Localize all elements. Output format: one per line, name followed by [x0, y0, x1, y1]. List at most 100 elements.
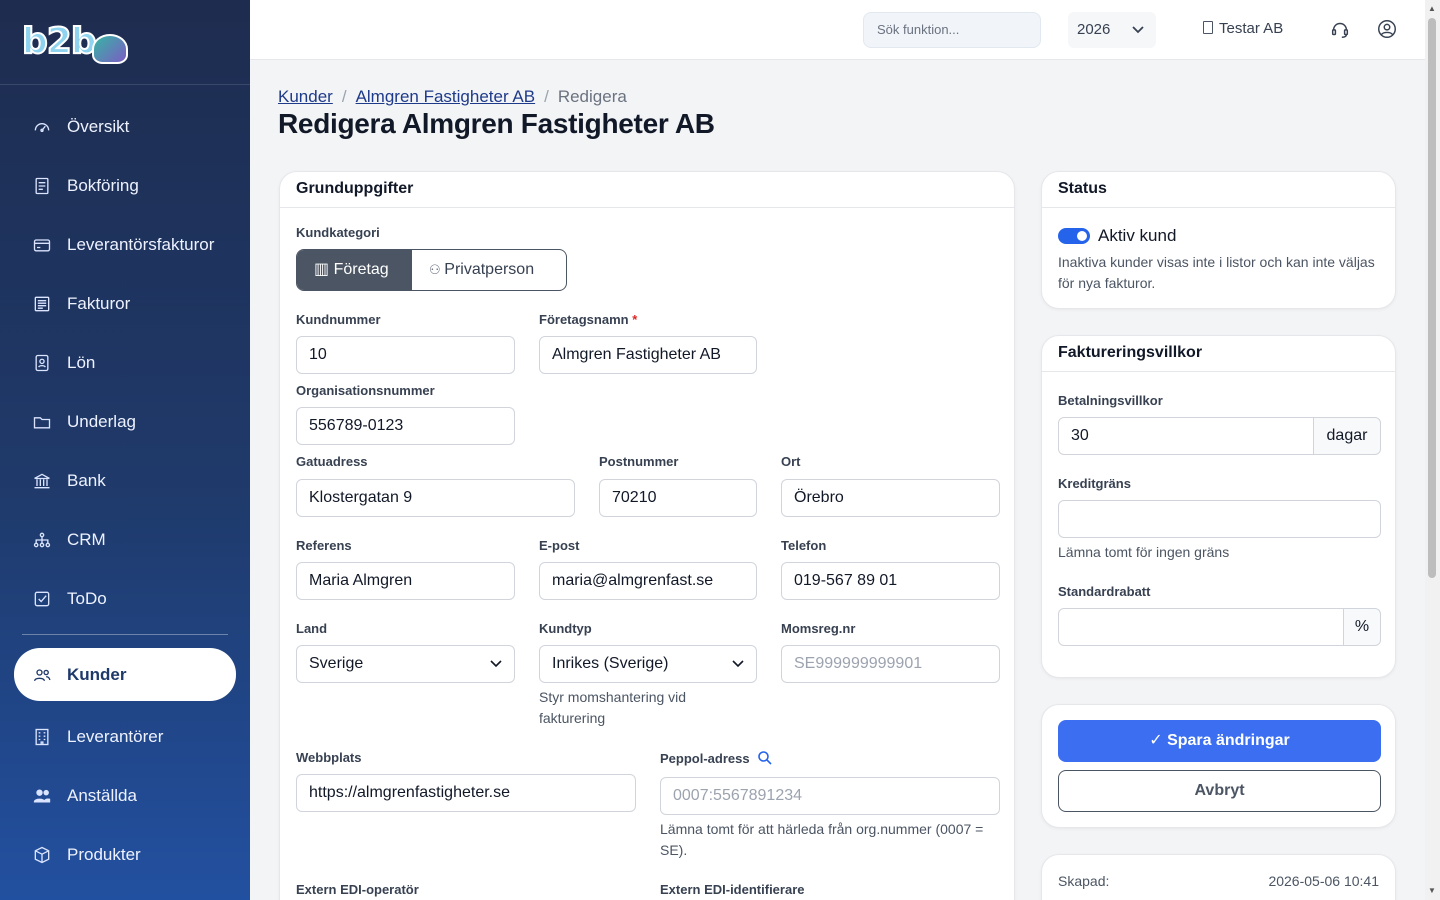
category-private-label: Privatperson — [444, 261, 535, 278]
sidebar-item-label: Leverantörer — [67, 726, 164, 746]
status-card: Status Aktiv kund Inaktiva kunder visas … — [1041, 171, 1396, 309]
sidebar-item-label: Lön — [67, 352, 96, 372]
company-name-input[interactable]: Almgren Fastigheter AB — [539, 336, 757, 374]
people-icon — [32, 786, 52, 806]
breadcrumb-separator: / — [341, 87, 347, 106]
phone-label: Telefon — [781, 538, 827, 553]
year-select[interactable]: 2026 — [1068, 12, 1156, 48]
company-switcher[interactable]: Testar AB — [1203, 20, 1283, 37]
logo-text: b2b — [21, 21, 98, 63]
sidebar-item-lon[interactable]: Lön — [0, 333, 250, 392]
category-label: Kundkategori — [296, 225, 380, 240]
sidebar-item-produkter[interactable]: Produkter — [0, 825, 250, 884]
org-chart-icon — [32, 530, 52, 550]
street-label: Gatuadress — [296, 454, 368, 469]
category-company-button[interactable]: ▥ Företag — [297, 250, 412, 290]
scroll-up-icon[interactable]: ▲ — [1428, 4, 1436, 13]
peppol-input[interactable]: 0007:5567891234 — [660, 777, 1000, 815]
breadcrumb-current: Redigera — [557, 87, 627, 106]
building-icon: ▥ — [314, 261, 334, 278]
customer-type-select[interactable]: Inrikes (Sverige) — [539, 645, 757, 683]
bank-icon — [32, 471, 52, 491]
credit-limit-label: Kreditgräns — [1058, 476, 1131, 491]
edi-operator-label: Extern EDI-operatör — [296, 882, 419, 897]
save-button[interactable]: ✓ Spara ändringar — [1058, 720, 1381, 762]
sidebar-item-label: ToDo — [67, 588, 107, 608]
sidebar-item-label: Bank — [67, 470, 106, 490]
country-select[interactable]: Sverige — [296, 645, 515, 683]
category-private-button[interactable]: ⚇ Privatperson — [412, 250, 566, 290]
created-value: 2026-05-06 10:41 — [1268, 873, 1379, 889]
payment-terms-input[interactable]: 30 — [1058, 417, 1314, 455]
actions-card: ✓ Spara ändringar Avbryt — [1041, 704, 1396, 828]
page-title: Redigera Almgren Fastigheter AB — [278, 108, 715, 139]
status-hint: Inaktiva kunder visas inte i listor och … — [1058, 254, 1375, 291]
email-label: E-post — [539, 538, 580, 553]
customer-type-label: Kundtyp — [539, 621, 592, 636]
card-title: Faktureringsvillkor — [1042, 336, 1395, 372]
sidebar-item-oversikt[interactable]: Översikt — [0, 97, 250, 156]
scrollbar-thumb[interactable] — [1428, 18, 1436, 578]
sidebar-item-bank[interactable]: Bank — [0, 451, 250, 510]
search-input[interactable]: Sök funktion... — [863, 12, 1041, 48]
street-input[interactable]: Klostergatan 9 — [296, 479, 575, 517]
sidebar-item-label: Anställda — [67, 785, 137, 805]
person-icon: ⚇ — [429, 262, 445, 277]
sidebar-item-leverantorsfakturor[interactable]: Leverantörsfakturor — [0, 215, 250, 274]
country-value: Sverige — [309, 655, 364, 672]
building-icon — [32, 727, 52, 747]
card-title: Grunduppgifter — [280, 172, 1014, 208]
sidebar-item-crm[interactable]: CRM — [0, 510, 250, 569]
sidebar-item-label: Underlag — [67, 411, 136, 431]
invoice-icon — [32, 294, 52, 314]
sidebar-item-kunder[interactable]: Kunder — [14, 648, 236, 701]
meta-card: Skapad: 2026-05-06 10:41 — [1041, 854, 1396, 900]
reference-input[interactable]: Maria Almgren — [296, 562, 515, 600]
org-number-input[interactable]: 556789-0123 — [296, 407, 515, 445]
sidebar-item-todo[interactable]: ToDo — [0, 569, 250, 628]
customer-type-value: Inrikes (Sverige) — [552, 655, 669, 672]
company-name-label: Företagsnamn * — [539, 312, 637, 327]
breadcrumb-link-kunder[interactable]: Kunder — [278, 87, 333, 106]
card-title: Status — [1042, 172, 1395, 208]
edi-id-label: Extern EDI-identifierare — [660, 882, 805, 897]
sidebar-item-label: Översikt — [67, 116, 130, 136]
country-label: Land — [296, 621, 328, 636]
sidebar: b2b Översikt Bokföring Leverantörsfaktur… — [0, 0, 250, 900]
users-icon — [32, 665, 52, 685]
customer-type-hint: Styr momshantering vid fakturering — [539, 689, 687, 726]
sidebar-item-label: Fakturor — [67, 293, 131, 313]
vat-input[interactable]: SE999999999901 — [781, 645, 1000, 683]
cancel-button[interactable]: Avbryt — [1058, 770, 1381, 812]
credit-limit-input[interactable] — [1058, 500, 1381, 538]
app-logo[interactable]: b2b — [0, 0, 250, 85]
search-icon[interactable] — [757, 750, 773, 766]
scroll-down-icon[interactable]: ▼ — [1428, 886, 1436, 895]
org-number-label: Organisationsnummer — [296, 383, 435, 398]
breadcrumb-link-customer[interactable]: Almgren Fastigheter AB — [356, 87, 536, 106]
sidebar-item-fakturor[interactable]: Fakturor — [0, 274, 250, 333]
credit-limit-hint: Lämna tomt för ingen gräns — [1058, 544, 1230, 560]
active-toggle[interactable] — [1058, 228, 1090, 244]
peppol-label-text: Peppol-adress — [660, 751, 750, 766]
customer-number-input[interactable]: 10 — [296, 336, 515, 374]
category-company-label: Företag — [333, 261, 389, 278]
discount-input[interactable] — [1058, 608, 1344, 646]
peppol-hint: Lämna tomt för att härleda från org.numm… — [660, 821, 984, 858]
headset-icon[interactable] — [1329, 18, 1351, 40]
required-marker: * — [632, 312, 638, 327]
payment-terms-label: Betalningsvillkor — [1058, 393, 1163, 408]
website-input[interactable]: https://almgrenfastigheter.se — [296, 774, 636, 812]
email-input[interactable]: maria@almgrenfast.se — [539, 562, 757, 600]
city-input[interactable]: Örebro — [781, 479, 1000, 517]
sidebar-item-bokforing[interactable]: Bokföring — [0, 156, 250, 215]
sidebar-item-underlag[interactable]: Underlag — [0, 392, 250, 451]
postal-input[interactable]: 70210 — [599, 479, 757, 517]
phone-input[interactable]: 019-567 89 01 — [781, 562, 1000, 600]
sidebar-item-anstallda[interactable]: Anställda — [0, 766, 250, 825]
sidebar-item-leverantorer[interactable]: Leverantörer — [0, 707, 250, 766]
user-account-icon[interactable] — [1376, 18, 1398, 40]
peppol-label: Peppol-adress — [660, 750, 773, 766]
chevron-down-icon — [1132, 12, 1144, 62]
company-name-label-text: Företagsnamn — [539, 312, 629, 327]
